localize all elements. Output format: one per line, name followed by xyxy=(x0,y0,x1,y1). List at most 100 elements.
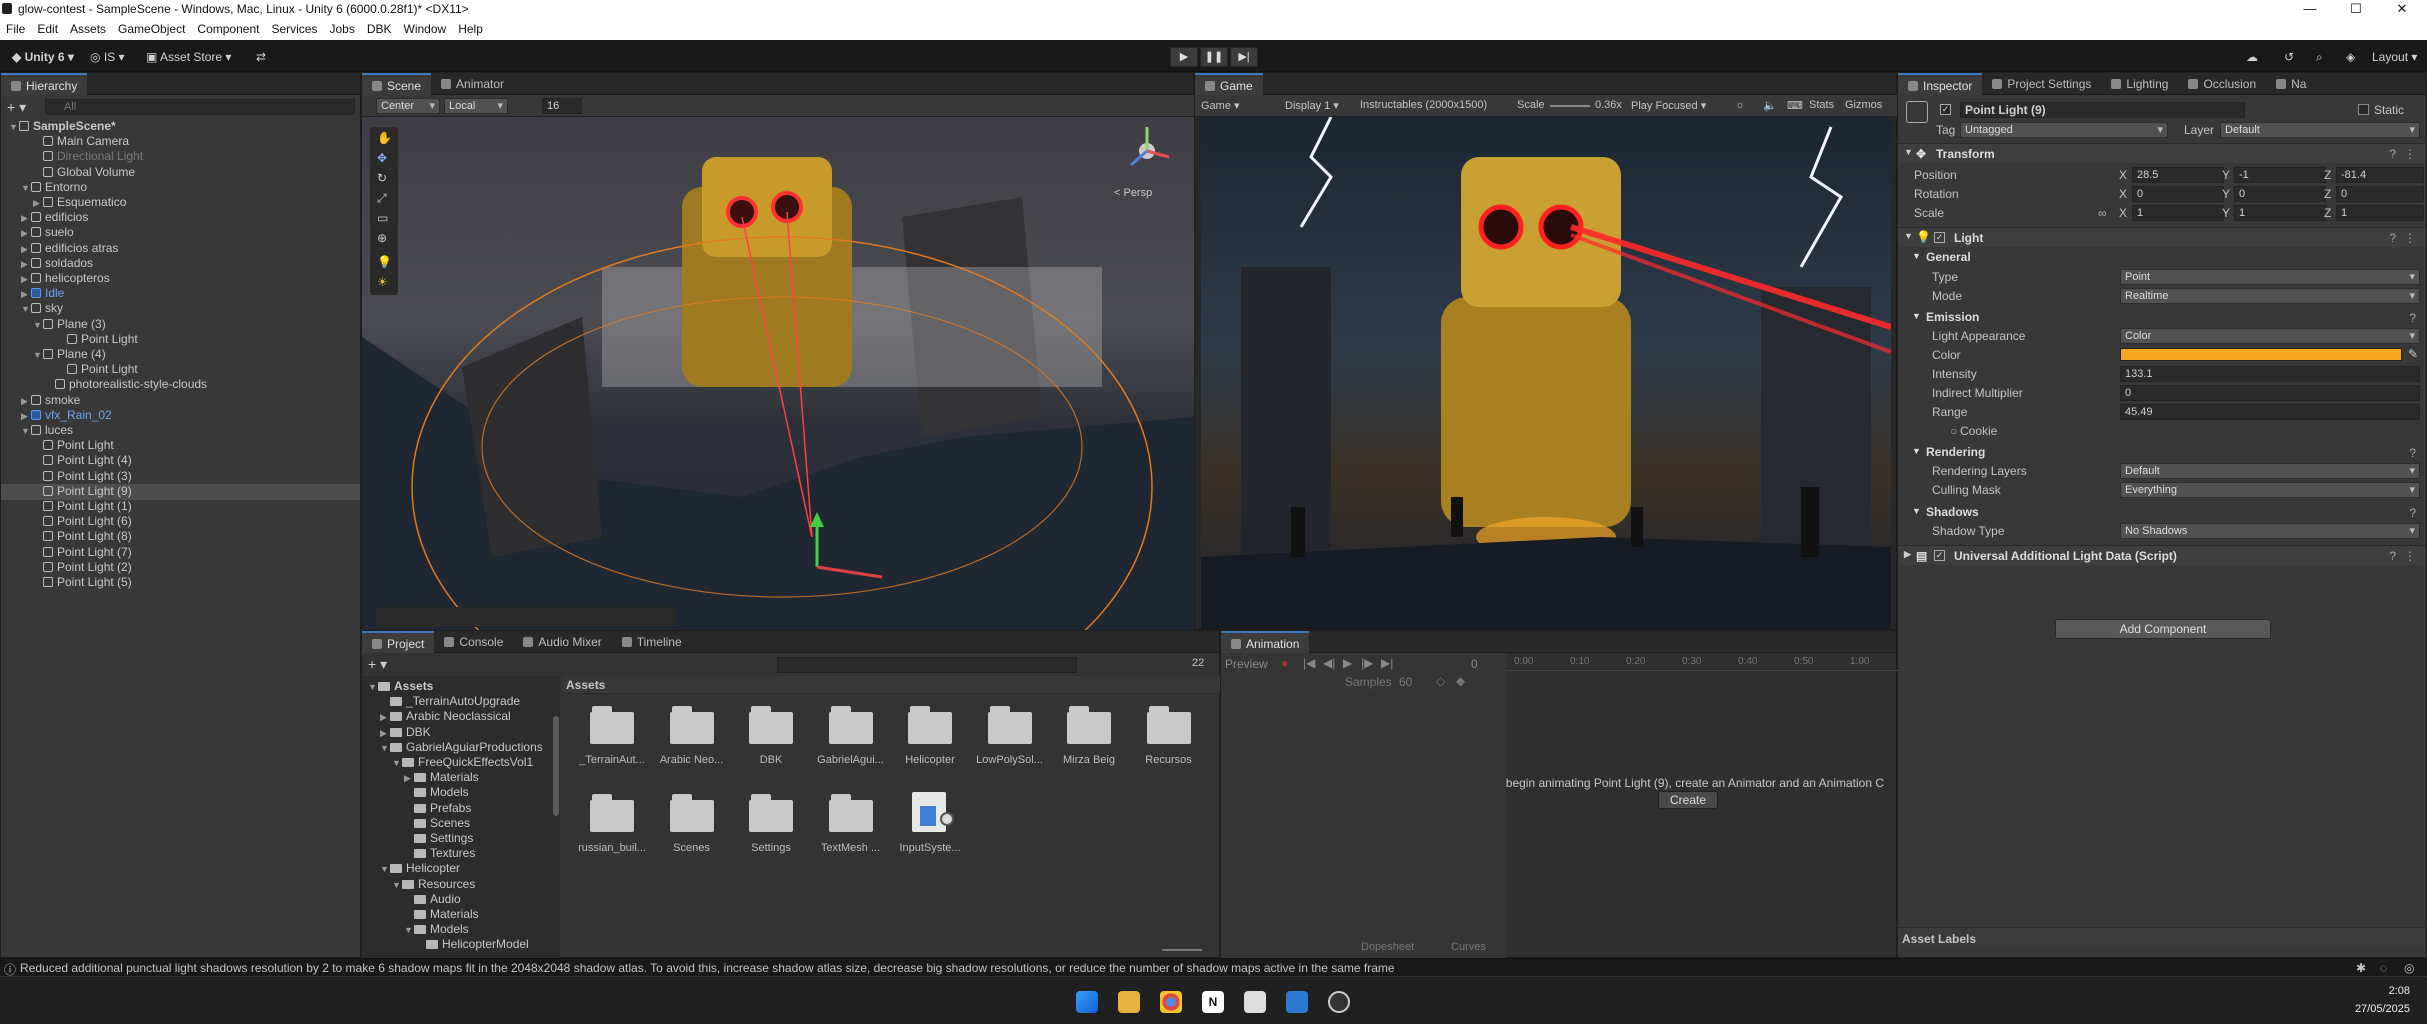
scale-z-field[interactable]: 1 xyxy=(2336,205,2424,221)
hierarchy-search-input[interactable] xyxy=(45,99,355,115)
scale-tool-icon[interactable]: ⤢ xyxy=(377,191,387,206)
range-field[interactable]: 45.49 xyxy=(2120,404,2420,420)
position-x-field[interactable]: 28.5 xyxy=(2132,167,2224,183)
help-icon[interactable]: ? xyxy=(2389,147,2396,161)
menu-help[interactable]: Help xyxy=(452,22,489,36)
light-enabled-checkbox[interactable]: ✓ xyxy=(1934,232,1945,243)
scene-viewport[interactable]: ✋ ✥ ↻ ⤢ ▭ ⊕ 💡 ☀ < Persp xyxy=(362,117,1195,631)
folder-asset-icon[interactable] xyxy=(588,704,636,744)
obs-icon[interactable] xyxy=(1328,991,1350,1013)
tab-audio-mixer[interactable]: Audio Mixer xyxy=(513,631,611,653)
type-dropdown[interactable]: Point xyxy=(2120,269,2420,285)
rotation-y-field[interactable]: 0 xyxy=(2234,186,2326,202)
frame-field[interactable]: 0 xyxy=(1471,657,1478,671)
folder-asset-icon[interactable] xyxy=(1145,704,1193,744)
hierarchy-item[interactable]: Point Light xyxy=(57,362,138,377)
folder-asset-icon[interactable] xyxy=(827,792,875,832)
icon-size-slider[interactable] xyxy=(1162,949,1202,951)
emission-section[interactable]: ▼ Emission? xyxy=(1898,308,2426,328)
more-icon[interactable]: ⋮ xyxy=(2404,147,2416,161)
hierarchy-item[interactable]: Point Light (3) xyxy=(33,469,132,484)
tab-game[interactable]: Game xyxy=(1195,73,1263,95)
more-icon[interactable]: ⋮ xyxy=(2404,549,2416,563)
hierarchy-item[interactable]: ▼ Plane (4) xyxy=(33,347,106,362)
create-animation-button[interactable]: Create xyxy=(1658,791,1718,809)
layout-dropdown[interactable]: Layout ▾ xyxy=(2366,47,2423,67)
culling-dropdown[interactable]: Everything xyxy=(2120,482,2420,498)
tree-scrollbar[interactable] xyxy=(552,676,560,959)
move-tool-icon[interactable]: ✥ xyxy=(377,151,387,165)
hierarchy-item[interactable]: ▼ SampleScene* xyxy=(9,119,116,134)
light-tool-icon[interactable]: ☀ xyxy=(377,275,388,289)
rendering-section[interactable]: ▼ Rendering? xyxy=(1898,443,2426,463)
search-icon[interactable]: ⌕ xyxy=(2310,47,2329,67)
menu-component[interactable]: Component xyxy=(191,22,265,36)
hierarchy-item[interactable]: ▼ Entorno xyxy=(21,180,87,195)
hierarchy-item[interactable]: ▶ vfx_Rain_02 xyxy=(21,408,112,423)
auto-refresh-icon[interactable]: ◎ xyxy=(2404,961,2414,975)
layer-dropdown[interactable]: Default xyxy=(2220,122,2420,138)
help-icon[interactable]: ? xyxy=(2389,231,2396,245)
shadows-section[interactable]: ▼ Shadows? xyxy=(1898,503,2426,523)
game-viewport[interactable] xyxy=(1201,117,1891,629)
bug-icon[interactable]: ✱ xyxy=(2356,961,2366,975)
foldout-arrow-icon[interactable]: ▼ xyxy=(21,181,31,196)
clock-time[interactable]: 2:08 xyxy=(2340,985,2410,997)
play-anim-icon[interactable]: ▶ xyxy=(1343,656,1352,670)
add-keyframe-icon[interactable]: ◇ xyxy=(1436,674,1445,688)
hand-tool-icon[interactable]: ✋ xyxy=(377,131,392,145)
pause-button[interactable]: ❚❚ xyxy=(1200,47,1228,67)
shadow-type-dropdown[interactable]: No Shadows xyxy=(2120,523,2420,539)
foldout-arrow-icon[interactable]: ▼ xyxy=(404,923,414,938)
appearance-dropdown[interactable]: Color xyxy=(2120,328,2420,344)
menu-file[interactable]: File xyxy=(0,22,31,36)
folder-asset-icon[interactable] xyxy=(906,704,954,744)
close-window-button[interactable]: ✕ xyxy=(2379,0,2425,18)
project-search-input[interactable] xyxy=(777,657,1077,673)
menu-jobs[interactable]: Jobs xyxy=(323,22,360,36)
hierarchy-item[interactable]: ▶ suelo xyxy=(21,225,74,240)
rect-tool-icon[interactable]: ▭ xyxy=(377,211,388,225)
minimize-button[interactable]: — xyxy=(2287,0,2333,18)
general-section[interactable]: ▼ General xyxy=(1898,248,2426,268)
foldout-arrow-icon[interactable]: ▼ xyxy=(33,318,43,333)
scale-y-field[interactable]: 1 xyxy=(2234,205,2326,221)
cloud-icon[interactable]: ☁ xyxy=(2240,47,2264,67)
file-explorer-icon[interactable] xyxy=(1118,991,1140,1013)
asset-labels-bar[interactable]: Asset Labels xyxy=(1898,927,2426,949)
more-icon[interactable]: ⋮ xyxy=(2404,231,2416,245)
foldout-arrow-icon[interactable]: ▼ xyxy=(33,348,43,363)
hierarchy-item[interactable]: ▼ Plane (3) xyxy=(33,317,106,332)
hierarchy-item[interactable]: Directional Light xyxy=(33,149,143,164)
tab-animation[interactable]: Animation xyxy=(1221,631,1310,653)
folder-asset-icon[interactable] xyxy=(668,704,716,744)
dopesheet-tab[interactable]: Dopesheet xyxy=(1361,941,1414,953)
hierarchy-item[interactable]: Point Light (5) xyxy=(33,575,132,590)
menu-window[interactable]: Window xyxy=(398,22,453,36)
hierarchy-item[interactable]: Point Light (2) xyxy=(33,560,132,575)
project-tree-item[interactable]: ▼ FreeQuickEffectsVol1 xyxy=(392,755,533,770)
display-dropdown[interactable]: Display 1 ▾ xyxy=(1285,99,1339,112)
rotation-x-field[interactable]: 0 xyxy=(2132,186,2224,202)
hierarchy-item[interactable]: Point Light (6) xyxy=(33,514,132,529)
project-tree-item[interactable]: ▼ Resources xyxy=(392,877,475,892)
hierarchy-item[interactable]: ▶ edificios xyxy=(21,210,88,225)
rotate-tool-icon[interactable]: ↻ xyxy=(377,171,387,185)
scene-gizmo[interactable] xyxy=(1117,121,1177,181)
help-icon[interactable]: ? xyxy=(2409,446,2416,460)
tab-timeline[interactable]: Timeline xyxy=(612,631,692,653)
ual-header[interactable]: ▶ ▤ ✓ Universal Additional Light Data (S… xyxy=(1898,545,2426,565)
project-tree-item[interactable]: ▼ Assets xyxy=(368,679,433,694)
hierarchy-item[interactable]: Global Volume xyxy=(33,165,135,180)
foldout-arrow-icon[interactable]: ▶ xyxy=(380,710,390,725)
game-mode-dropdown[interactable]: Game ▾ xyxy=(1201,99,1240,112)
light-probe-icon[interactable]: 💡 xyxy=(377,255,392,269)
preview-button[interactable]: Preview xyxy=(1225,657,1268,671)
help-icon[interactable]: ? xyxy=(2389,549,2396,563)
color-swatch[interactable] xyxy=(2120,348,2402,361)
layers-icon[interactable]: ◈ xyxy=(2340,47,2361,67)
project-tree-item[interactable]: HelicopterModel xyxy=(416,937,529,952)
add-component-button[interactable]: Add Component xyxy=(2055,619,2271,639)
foldout-arrow-icon[interactable]: ▼ xyxy=(9,120,19,135)
folder-asset-icon[interactable] xyxy=(986,704,1034,744)
